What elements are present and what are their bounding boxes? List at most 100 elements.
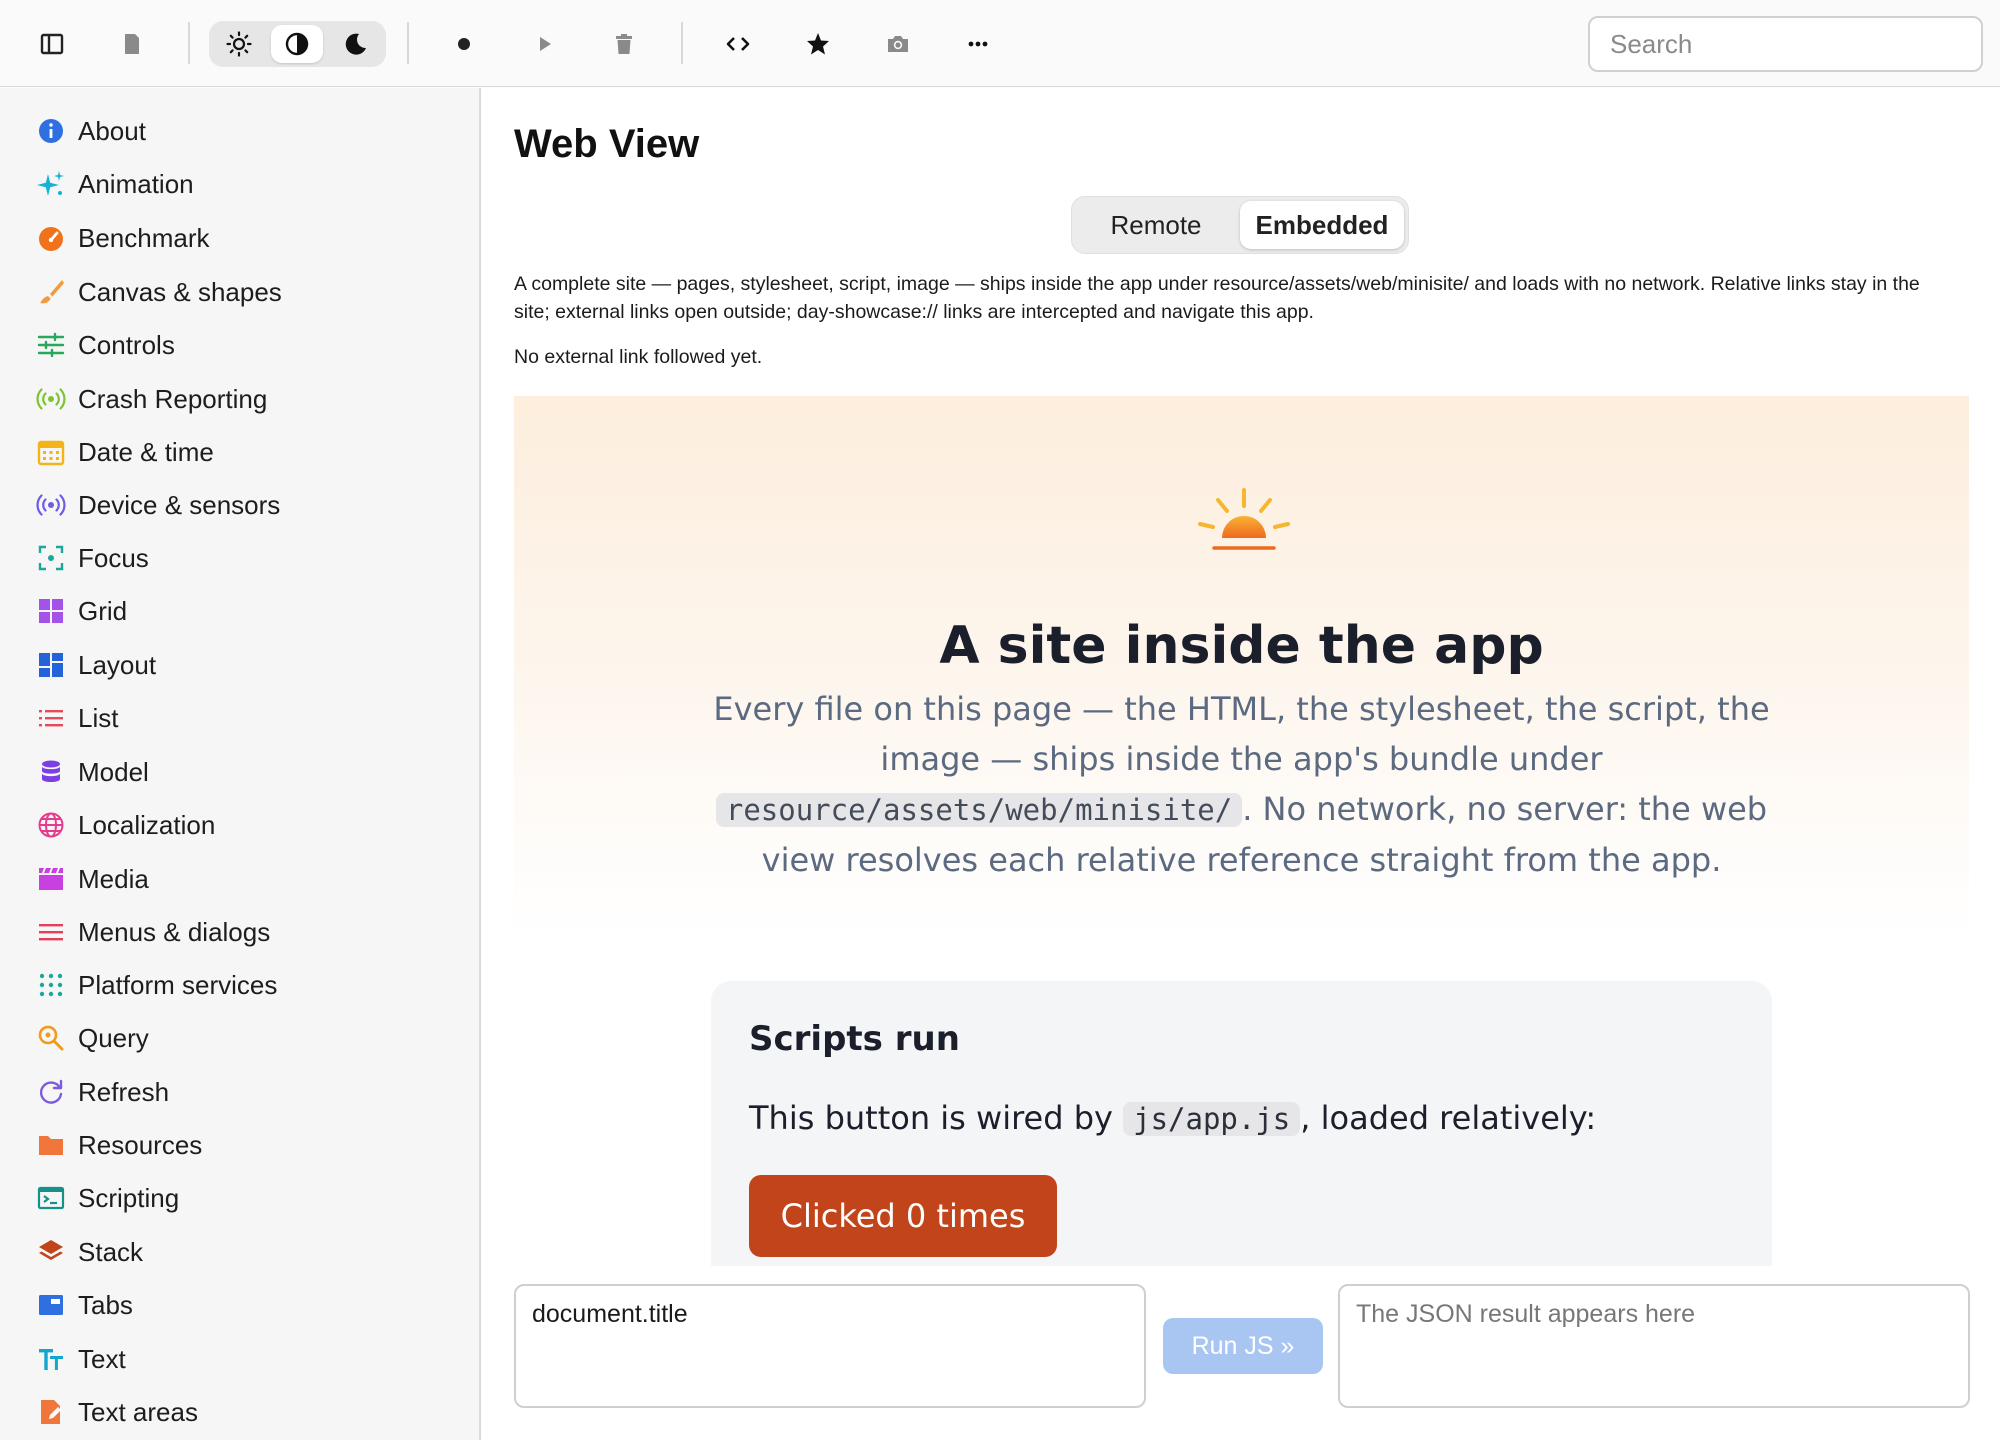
moon-icon (345, 33, 366, 55)
play-icon (540, 37, 551, 51)
delete-button[interactable] (602, 22, 646, 66)
hero-text-part: Every file on this page — the HTML, the … (713, 690, 1770, 778)
js-code-input[interactable]: document.title (514, 1284, 1146, 1408)
sidebar-item-label: Resources (78, 1129, 203, 1160)
sidebar-item-text-areas[interactable]: Text areas (26, 1392, 466, 1432)
sidebar-item-label: Refresh (78, 1076, 170, 1107)
sidebar-item-label: Model (78, 756, 149, 787)
sidebar-toggle-button[interactable] (30, 22, 74, 66)
sidebar-item-benchmark[interactable]: Benchmark (26, 218, 466, 258)
sidebar-item-label: Query (78, 1022, 149, 1053)
magnifier-icon (26, 1018, 78, 1058)
sidebar-item-crash-reporting[interactable]: Crash Reporting (26, 379, 466, 419)
code-button[interactable] (716, 22, 760, 66)
card-text-part: This button is wired by (749, 1099, 1124, 1137)
sidebar-item-date-time[interactable]: Date & time (26, 432, 466, 472)
sidebar-item-label: List (78, 702, 119, 733)
sidebar-item-about[interactable]: About (26, 111, 466, 151)
terminal-icon (26, 1178, 78, 1218)
toolbar-divider (407, 22, 409, 64)
toolbar-divider (681, 22, 683, 64)
play-button[interactable] (522, 22, 566, 66)
sidebar-item-label: Date & time (78, 436, 214, 467)
sidebar-item-label: Crash Reporting (78, 383, 268, 414)
grid-icon (26, 591, 78, 631)
more-button[interactable] (956, 22, 1000, 66)
record-dot-icon (458, 38, 470, 50)
sidebar-item-resources[interactable]: Resources (26, 1125, 466, 1165)
sidebar-item-label: Animation (78, 168, 194, 199)
broadcast-icon (26, 379, 78, 419)
sidebar-item-label: Focus (78, 542, 149, 573)
menu-icon (26, 912, 78, 952)
sidebar-item-label: Canvas & shapes (78, 276, 282, 307)
sidebar-item-label: Grid (78, 595, 128, 626)
sparkles-icon (26, 164, 78, 204)
document-edit-icon (26, 1392, 78, 1432)
sidebar-item-localization[interactable]: Localization (26, 805, 466, 845)
camera-icon (888, 36, 908, 52)
sidebar-item-stack[interactable]: Stack (26, 1232, 466, 1272)
speedometer-icon (26, 218, 78, 258)
ellipsis-icon (968, 41, 988, 47)
sidebar-item-media[interactable]: Media (26, 859, 466, 899)
sidebar-item-refresh[interactable]: Refresh (26, 1072, 466, 1112)
card-code-path: js/app.js (1123, 1102, 1301, 1136)
card-title: Scripts run (749, 1019, 960, 1059)
sidebar-item-controls[interactable]: Controls (26, 325, 466, 365)
run-js-button[interactable]: Run JS » (1163, 1318, 1323, 1374)
sidebar-item-focus[interactable]: Focus (26, 538, 466, 578)
tabs-icon (26, 1285, 78, 1325)
layout-icon (26, 645, 78, 685)
sidebar-item-tabs[interactable]: Tabs (26, 1285, 466, 1325)
scripts-card: Scripts run This button is wired by js/a… (711, 981, 1772, 1266)
document-icon (125, 34, 139, 54)
auto-theme-button[interactable] (271, 25, 323, 63)
card-text-part: , loaded relatively: (1300, 1099, 1597, 1137)
stack-icon (26, 1232, 78, 1272)
favorite-button[interactable] (796, 22, 840, 66)
sidebar-item-label: Text areas (78, 1396, 198, 1427)
screenshot-button[interactable] (876, 22, 920, 66)
sidebar-item-device-sensors[interactable]: Device & sensors (26, 485, 466, 525)
segment-embedded[interactable]: Embedded (1240, 201, 1404, 249)
calendar-icon (26, 432, 78, 472)
document-button[interactable] (110, 22, 154, 66)
sunrise-icon (1198, 488, 1290, 550)
sidebar-item-animation[interactable]: Animation (26, 164, 466, 204)
link-status-text: No external link followed yet. (514, 346, 763, 368)
page-description: A complete site — pages, stylesheet, scr… (514, 273, 1920, 323)
search-input[interactable] (1588, 16, 1983, 72)
dark-theme-button[interactable] (329, 25, 381, 63)
star-icon (807, 33, 829, 55)
sidebar-item-label: Benchmark (78, 222, 210, 253)
hero-code-path: resource/assets/web/minisite/ (715, 793, 1243, 827)
sidebar-item-scripting[interactable]: Scripting (26, 1178, 466, 1218)
sidebar-item-label: Media (78, 863, 149, 894)
sidebar-item-platform-services[interactable]: Platform services (26, 965, 466, 1005)
sidebar-item-model[interactable]: Model (26, 752, 466, 792)
sidebar-item-list[interactable]: List (26, 698, 466, 738)
record-button[interactable] (442, 22, 486, 66)
sidebar-item-label: Device & sensors (78, 489, 281, 520)
info-icon (26, 111, 78, 151)
sidebar-item-layout[interactable]: Layout (26, 645, 466, 685)
sun-icon (226, 31, 252, 57)
sidebar-item-query[interactable]: Query (26, 1018, 466, 1058)
js-result-output[interactable] (1338, 1284, 1970, 1408)
contrast-icon (285, 32, 309, 56)
click-counter-button[interactable]: Clicked 0 times (749, 1175, 1057, 1257)
paintbrush-icon (26, 272, 78, 312)
source-segmented-control: Remote Embedded (1071, 196, 1409, 254)
hero-title: A site inside the app (939, 616, 1544, 676)
segment-remote[interactable]: Remote (1076, 201, 1236, 249)
sidebar-item-label: About (78, 115, 146, 146)
embedded-web-view[interactable]: A site inside the app Every file on this… (514, 396, 1969, 1266)
sidebar-item-label: Menus & dialogs (78, 916, 271, 947)
sidebar-item-canvas-shapes[interactable]: Canvas & shapes (26, 272, 466, 312)
sidebar-item-menus-dialogs[interactable]: Menus & dialogs (26, 912, 466, 952)
sidebar-item-text[interactable]: Text (26, 1339, 466, 1379)
sidebar-item-label: Stack (78, 1236, 144, 1267)
light-theme-button[interactable] (213, 25, 265, 63)
sidebar-item-grid[interactable]: Grid (26, 591, 466, 631)
